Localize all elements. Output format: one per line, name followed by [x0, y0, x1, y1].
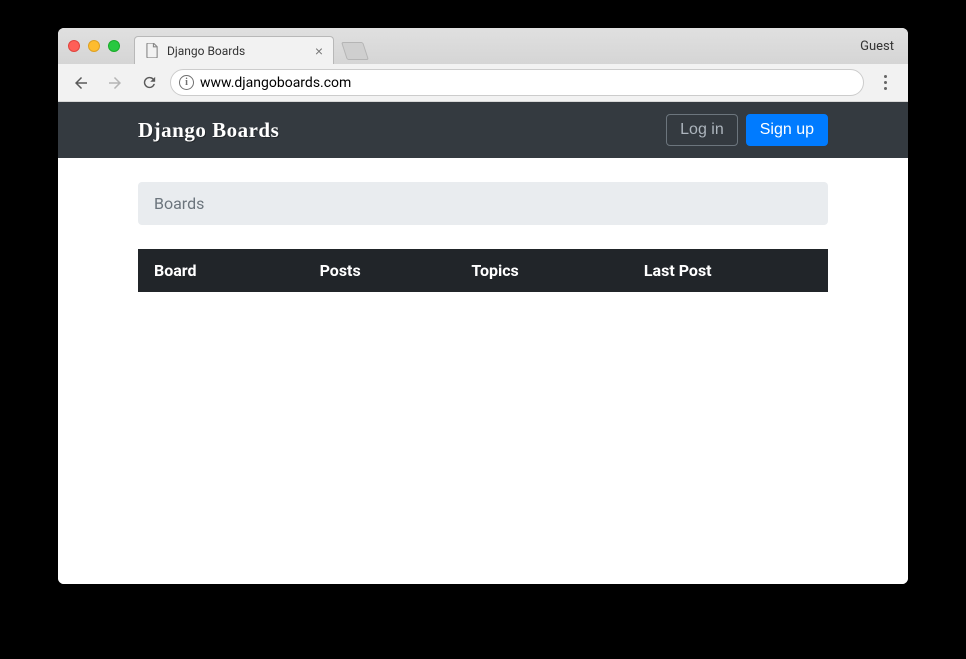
maximize-window-button[interactable] — [108, 40, 120, 52]
tab-title: Django Boards — [167, 44, 245, 58]
signup-button[interactable]: Sign up — [746, 114, 828, 146]
url-bar[interactable]: i — [170, 69, 864, 96]
table-header-posts: Posts — [304, 249, 456, 292]
login-button[interactable]: Log in — [666, 114, 738, 146]
table-header-row: Board Posts Topics Last Post — [138, 249, 828, 292]
browser-tab[interactable]: Django Boards × — [134, 36, 334, 64]
browser-menu-button[interactable] — [872, 75, 898, 90]
page-icon — [145, 44, 159, 58]
breadcrumb-item: Boards — [154, 194, 204, 213]
reload-button[interactable] — [136, 70, 162, 96]
table-header-topics: Topics — [455, 249, 628, 292]
site-info-icon[interactable]: i — [179, 75, 194, 90]
browser-toolbar: i — [58, 64, 908, 102]
close-window-button[interactable] — [68, 40, 80, 52]
close-tab-icon[interactable]: × — [315, 44, 323, 58]
window-controls — [68, 40, 120, 52]
site-navbar: Django Boards Log in Sign up — [58, 102, 908, 158]
minimize-window-button[interactable] — [88, 40, 100, 52]
brand-logo[interactable]: Django Boards — [138, 118, 279, 143]
table-header-board: Board — [138, 249, 304, 292]
back-button[interactable] — [68, 70, 94, 96]
forward-button[interactable] — [102, 70, 128, 96]
new-tab-button[interactable] — [341, 42, 369, 60]
browser-tabbar: Django Boards × Guest — [58, 28, 908, 64]
browser-window: Django Boards × Guest i Django Boards — [58, 28, 908, 584]
breadcrumb: Boards — [138, 182, 828, 225]
url-input[interactable] — [200, 75, 855, 91]
guest-label: Guest — [860, 39, 898, 54]
boards-table: Board Posts Topics Last Post — [138, 249, 828, 292]
page-content: Django Boards Log in Sign up Boards Boar… — [58, 102, 908, 584]
table-header-lastpost: Last Post — [628, 249, 828, 292]
